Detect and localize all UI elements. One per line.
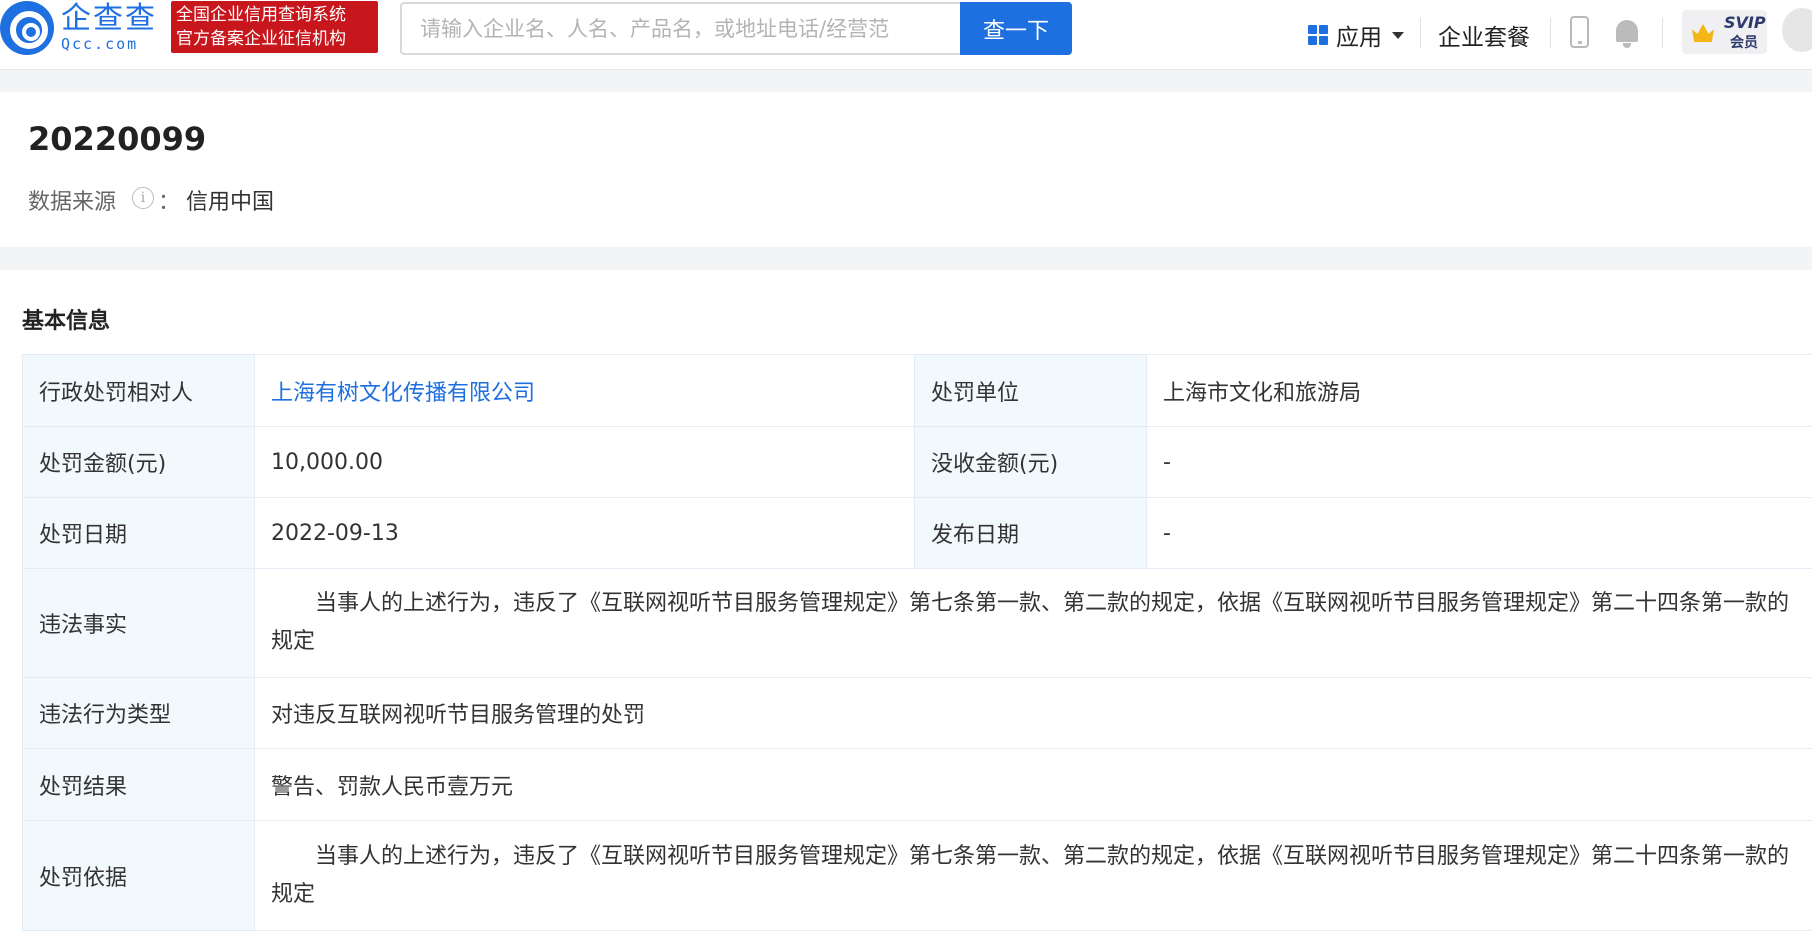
logo-domain: Qcc.com [61, 35, 139, 53]
site-logo[interactable]: 企查查 Qcc.com [0, 0, 157, 56]
publish-date-value: - [1146, 497, 1812, 569]
basic-info-card: 基本信息 行政处罚相对人 上海有树文化传播有限公司 处罚单位 上海市文化和旅游局… [0, 270, 1812, 932]
table-row: 处罚金额(元) 10,000.00 没收金额(元) - [22, 426, 1812, 498]
nav-divider [1420, 18, 1421, 48]
fine-amount-value: 10,000.00 [254, 426, 915, 498]
data-source-value: 信用中国 [186, 190, 275, 215]
data-source-colon: ： [158, 190, 181, 215]
table-row: 违法行为类型 对违反互联网视听节目服务管理的处罚 [22, 677, 1812, 749]
fine-amount-label: 处罚金额(元) [22, 426, 255, 498]
violation-facts-value: 当事人的上述行为，违反了《互联网视听节目服务管理规定》第七条第一款、第二款的规定… [254, 568, 1812, 678]
authority-label: 处罚单位 [914, 354, 1147, 427]
violation-type-label: 违法行为类型 [22, 677, 255, 749]
penalty-info-table: 行政处罚相对人 上海有树文化传播有限公司 处罚单位 上海市文化和旅游局 处罚金额… [22, 354, 1812, 931]
user-avatar[interactable] [1782, 8, 1812, 52]
record-header-card: 20220099 数据来源 i ： 信用中国 [0, 92, 1812, 247]
nav-divider [1550, 18, 1551, 48]
official-credit-badge: 全国企业信用查询系统 官方备案企业征信机构 [171, 1, 378, 53]
qcc-logo-icon [0, 1, 54, 55]
penalty-date-label: 处罚日期 [22, 497, 255, 569]
apps-menu[interactable]: 应用 [1308, 18, 1404, 52]
member-label: 会员 [1730, 35, 1758, 51]
table-row: 违法事实 当事人的上述行为，违反了《互联网视听节目服务管理规定》第七条第一款、第… [22, 568, 1812, 678]
table-row: 处罚日期 2022-09-13 发布日期 - [22, 497, 1812, 569]
badge-line-2: 官方备案企业征信机构 [176, 29, 346, 49]
search-button[interactable]: 查一下 [960, 2, 1072, 55]
penalty-basis-label: 处罚依据 [22, 820, 255, 931]
penalty-result-label: 处罚结果 [22, 748, 255, 821]
table-row: 处罚依据 当事人的上述行为，违反了《互联网视听节目服务管理规定》第七条第一款、第… [22, 820, 1812, 931]
search-input[interactable] [400, 2, 960, 55]
penalty-basis-value: 当事人的上述行为，违反了《互联网视听节目服务管理规定》第七条第一款、第二款的规定… [254, 820, 1812, 931]
mobile-app-icon[interactable] [1570, 16, 1589, 48]
party-company-link[interactable]: 上海有树文化传播有限公司 [254, 354, 915, 427]
penalty-result-value: 警告、罚款人民币壹万元 [254, 748, 1812, 821]
enterprise-plans-link[interactable]: 企业套餐 [1438, 18, 1530, 52]
logo-text: 企查查 Qcc.com [61, 1, 157, 54]
penalty-date-value: 2022-09-13 [254, 497, 915, 569]
authority-value: 上海市文化和旅游局 [1146, 354, 1812, 427]
search-bar: 查一下 [400, 2, 1072, 55]
chevron-down-icon [1392, 31, 1404, 39]
notification-bell-icon[interactable] [1614, 18, 1640, 48]
confiscation-amount-value: - [1146, 426, 1812, 498]
apps-menu-label: 应用 [1336, 25, 1382, 51]
top-navigation-bar: 企查查 Qcc.com 全国企业信用查询系统 官方备案企业征信机构 查一下 应用… [0, 0, 1812, 70]
svip-label: SVIP [1724, 13, 1766, 32]
violation-facts-label: 违法事实 [22, 568, 255, 678]
confiscation-amount-label: 没收金额(元) [914, 426, 1147, 498]
nav-divider [1662, 18, 1663, 48]
table-row: 行政处罚相对人 上海有树文化传播有限公司 处罚单位 上海市文化和旅游局 [22, 354, 1812, 427]
violation-type-value: 对违反互联网视听节目服务管理的处罚 [254, 677, 1812, 749]
record-title: 20220099 [28, 120, 207, 158]
info-icon[interactable]: i [132, 187, 154, 209]
badge-line-1: 全国企业信用查询系统 [176, 5, 346, 25]
logo-chinese-name: 企查查 [61, 1, 157, 36]
data-source-label: 数据来源 [28, 190, 117, 215]
table-row: 处罚结果 警告、罚款人民币壹万元 [22, 748, 1812, 821]
apps-grid-icon [1308, 25, 1328, 45]
section-title: 基本信息 [22, 309, 111, 334]
publish-date-label: 发布日期 [914, 497, 1147, 569]
party-label: 行政处罚相对人 [22, 354, 255, 427]
svip-member-button[interactable]: SVIP 会员 [1682, 10, 1767, 54]
crown-icon [1692, 24, 1714, 42]
